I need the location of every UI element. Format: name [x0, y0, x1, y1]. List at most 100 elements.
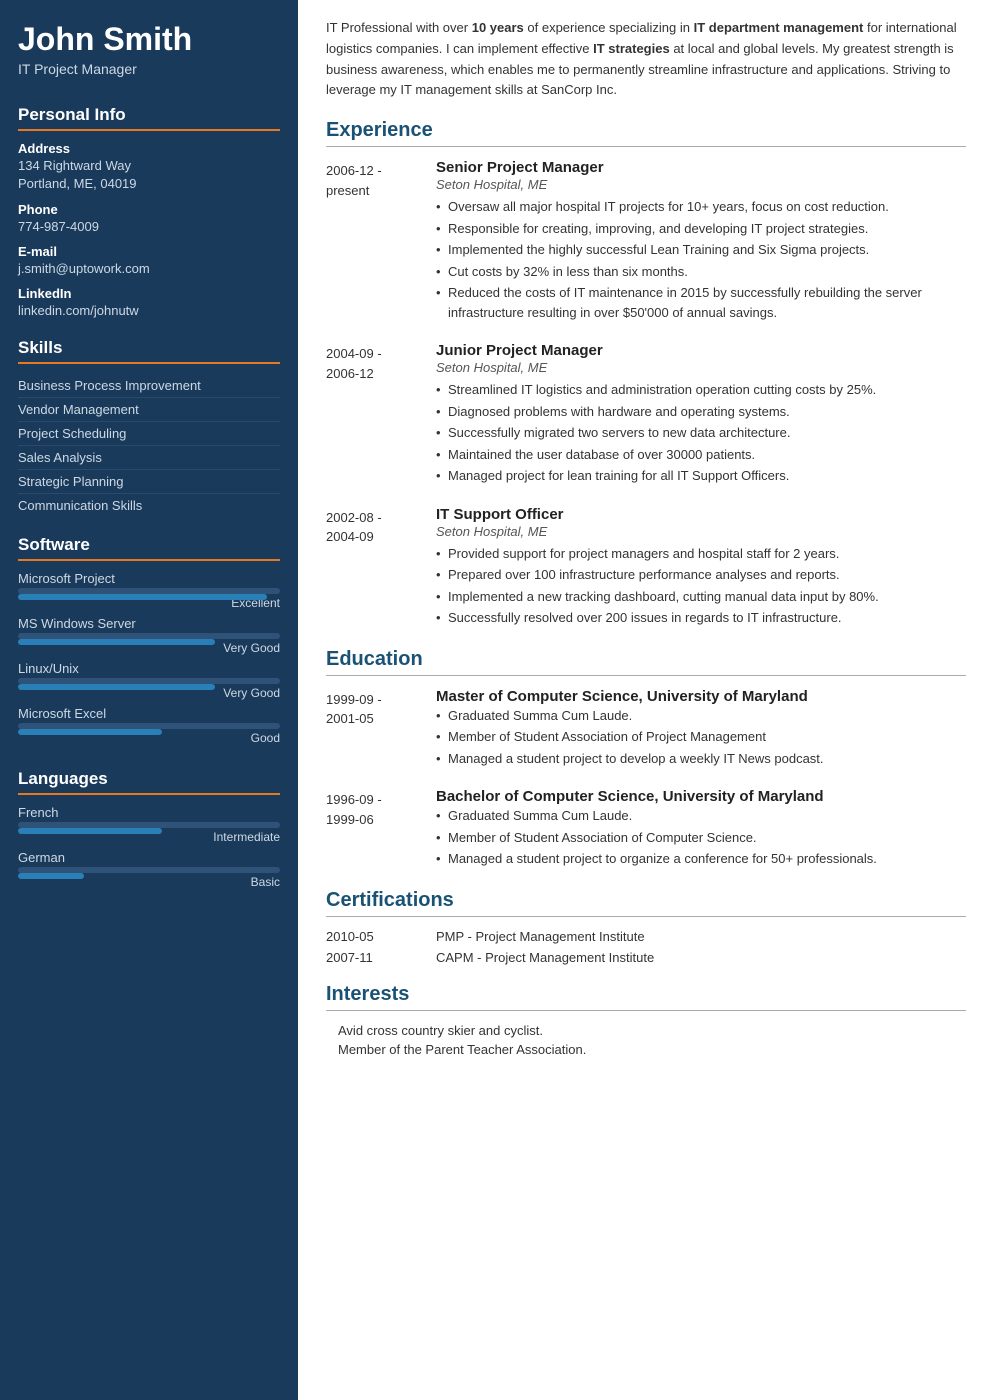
sidebar-header: John Smith IT Project Manager: [0, 0, 298, 95]
company-name: Seton Hospital, ME: [436, 360, 966, 375]
software-title: Software: [18, 535, 280, 561]
company-name: Seton Hospital, ME: [436, 524, 966, 539]
languages-title: Languages: [18, 769, 280, 795]
linkedin-label: LinkedIn: [18, 286, 280, 301]
lang-bar-fill: [18, 873, 84, 879]
skill-bar-fill: [18, 684, 215, 690]
languages-list: French Intermediate German Basic: [18, 805, 280, 889]
list-item: Successfully migrated two servers to new…: [436, 423, 966, 443]
candidate-title: IT Project Manager: [18, 61, 280, 77]
entry-date: 1996-09 -1999-06: [326, 788, 436, 871]
entry-content: Senior Project Manager Seton Hospital, M…: [436, 159, 966, 324]
personal-info-fields: Address 134 Rightward WayPortland, ME, 0…: [18, 141, 280, 320]
languages-section: Languages French Intermediate German Bas…: [0, 759, 298, 903]
interests-title: Interests: [326, 983, 966, 1011]
language-name: German: [18, 850, 280, 865]
education-entry: 1996-09 -1999-06 Bachelor of Computer Sc…: [326, 788, 966, 871]
entry-date: 1999-09 -2001-05: [326, 688, 436, 771]
software-name: Linux/Unix: [18, 661, 280, 676]
list-item: French Intermediate: [18, 805, 280, 844]
cert-entry: 2007-11 CAPM - Project Management Instit…: [326, 950, 966, 965]
list-item: Cut costs by 32% in less than six months…: [436, 262, 966, 282]
entry-date: 2004-09 -2006-12: [326, 342, 436, 488]
job-title: Junior Project Manager: [436, 342, 966, 359]
language-name: French: [18, 805, 280, 820]
list-item: Diagnosed problems with hardware and ope…: [436, 402, 966, 422]
list-item: Strategic Planning: [18, 470, 280, 494]
list-item: Managed a student project to develop a w…: [436, 749, 966, 769]
entry-content: Bachelor of Computer Science, University…: [436, 788, 966, 871]
cert-text: CAPM - Project Management Institute: [436, 950, 654, 965]
list-item: Streamlined IT logistics and administrat…: [436, 380, 966, 400]
list-item: Implemented a new tracking dashboard, cu…: [436, 587, 966, 607]
bullet-list: Provided support for project managers an…: [436, 544, 966, 628]
job-title: Senior Project Manager: [436, 159, 966, 176]
skill-bar-fill: [18, 594, 267, 600]
list-item: Sales Analysis: [18, 446, 280, 470]
entry-date: 2006-12 -present: [326, 159, 436, 324]
lang-bar-fill: [18, 828, 162, 834]
experience-section: Experience 2006-12 -present Senior Proje…: [326, 119, 966, 630]
list-item: Managed project for lean training for al…: [436, 466, 966, 486]
main-content: IT Professional with over 10 years of ex…: [298, 0, 990, 1400]
phone-value: 774-987-4009: [18, 218, 280, 236]
degree-title: Master of Computer Science, University o…: [436, 688, 966, 705]
certifications-section: Certifications 2010-05 PMP - Project Man…: [326, 889, 966, 965]
list-item: Successfully resolved over 200 issues in…: [436, 608, 966, 628]
experience-title: Experience: [326, 119, 966, 147]
personal-info-section: Personal Info Address 134 Rightward WayP…: [0, 95, 298, 328]
email-value: j.smith@uptowork.com: [18, 260, 280, 278]
skills-section: Skills Business Process Improvement Vend…: [0, 328, 298, 525]
skills-title: Skills: [18, 338, 280, 364]
skills-list: Business Process Improvement Vendor Mana…: [18, 374, 280, 517]
experience-entry: 2002-08 -2004-09 IT Support Officer Seto…: [326, 506, 966, 630]
list-item: Linux/Unix Very Good: [18, 661, 280, 700]
skill-bar-container: [18, 588, 280, 594]
job-title: IT Support Officer: [436, 506, 966, 523]
address-value: 134 Rightward WayPortland, ME, 04019: [18, 157, 280, 193]
list-item: Microsoft Excel Good: [18, 706, 280, 745]
list-item: Business Process Improvement: [18, 374, 280, 398]
software-list: Microsoft Project Excellent MS Windows S…: [18, 571, 280, 745]
education-entry: 1999-09 -2001-05 Master of Computer Scie…: [326, 688, 966, 771]
sidebar: John Smith IT Project Manager Personal I…: [0, 0, 298, 1400]
email-label: E-mail: [18, 244, 280, 259]
education-title: Education: [326, 648, 966, 676]
list-item: Member of the Parent Teacher Association…: [326, 1042, 966, 1057]
cert-text: PMP - Project Management Institute: [436, 929, 645, 944]
list-item: Maintained the user database of over 300…: [436, 445, 966, 465]
cert-date: 2007-11: [326, 950, 436, 965]
skill-bar-container: [18, 678, 280, 684]
list-item: Communication Skills: [18, 494, 280, 517]
list-item: Graduated Summa Cum Laude.: [436, 706, 966, 726]
list-item: German Basic: [18, 850, 280, 889]
education-section: Education 1999-09 -2001-05 Master of Com…: [326, 648, 966, 871]
software-name: MS Windows Server: [18, 616, 280, 631]
bullet-list: Oversaw all major hospital IT projects f…: [436, 197, 966, 322]
list-item: Vendor Management: [18, 398, 280, 422]
list-item: Managed a student project to organize a …: [436, 849, 966, 869]
summary-section: IT Professional with over 10 years of ex…: [326, 18, 966, 101]
list-item: Microsoft Project Excellent: [18, 571, 280, 610]
entry-content: Junior Project Manager Seton Hospital, M…: [436, 342, 966, 488]
experience-entry: 2004-09 -2006-12 Junior Project Manager …: [326, 342, 966, 488]
list-item: Implemented the highly successful Lean T…: [436, 240, 966, 260]
interests-section: Interests Avid cross country skier and c…: [326, 983, 966, 1057]
list-item: Graduated Summa Cum Laude.: [436, 806, 966, 826]
list-item: Provided support for project managers an…: [436, 544, 966, 564]
list-item: Responsible for creating, improving, and…: [436, 219, 966, 239]
skill-bar-container: [18, 633, 280, 639]
list-item: Avid cross country skier and cyclist.: [326, 1023, 966, 1038]
skill-bar-fill: [18, 639, 215, 645]
bullet-list: Graduated Summa Cum Laude. Member of Stu…: [436, 706, 966, 769]
lang-bar-container: [18, 822, 280, 828]
personal-info-title: Personal Info: [18, 105, 280, 131]
linkedin-value: linkedin.com/johnutw: [18, 302, 280, 320]
skill-bar-fill: [18, 729, 162, 735]
skill-bar-container: [18, 723, 280, 729]
list-item: Prepared over 100 infrastructure perform…: [436, 565, 966, 585]
phone-label: Phone: [18, 202, 280, 217]
list-item: Member of Student Association of Compute…: [436, 828, 966, 848]
experience-entry: 2006-12 -present Senior Project Manager …: [326, 159, 966, 324]
address-label: Address: [18, 141, 280, 156]
